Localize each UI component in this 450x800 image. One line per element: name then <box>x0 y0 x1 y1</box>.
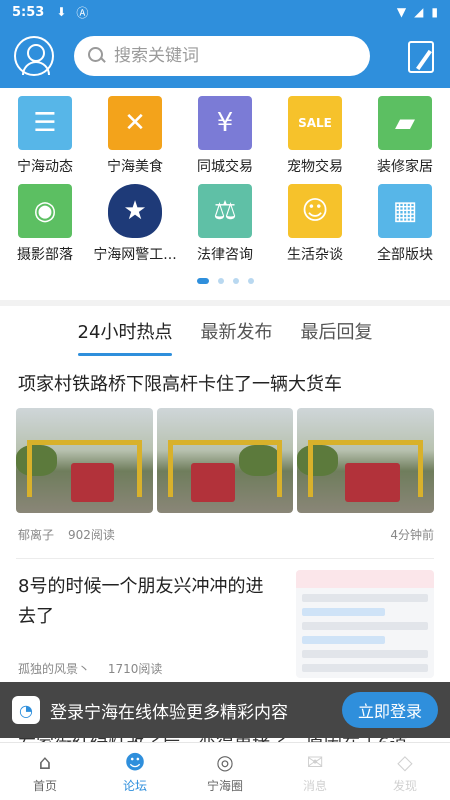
category-item[interactable]: SALE 宠物交易 <box>270 96 360 176</box>
post-reads: 902阅读 <box>68 528 115 542</box>
a-icon: Ⓐ <box>76 5 89 20</box>
category-item[interactable]: ▦ 全部版块 <box>360 184 450 264</box>
forum-icon: ☻ <box>124 750 146 774</box>
nav-label: 消息 <box>302 779 327 793</box>
nav-label: 发现 <box>392 779 417 793</box>
page-dot <box>247 278 254 284</box>
post-meta: 孤独的风景丶 1710阅读 <box>18 660 176 677</box>
post-time: 4分钟前 <box>390 528 434 542</box>
post-images[interactable] <box>16 408 435 513</box>
category-item[interactable]: ✕ 宁海美食 <box>90 96 180 176</box>
category-label: 全部版块 <box>377 247 433 263</box>
nav-home[interactable]: ⌂ 首页 <box>0 743 90 800</box>
page-dot <box>232 278 239 284</box>
people-icon: ☺ <box>288 184 342 238</box>
post-author: 孤独的风景丶 <box>18 662 91 676</box>
search-input[interactable] <box>114 46 344 66</box>
camera-icon: ◉ <box>18 184 72 238</box>
category-item[interactable]: ☰ 宁海动态 <box>0 96 90 176</box>
signal-icon: ◢ <box>414 5 424 19</box>
category-item[interactable]: ⚖ 法律咨询 <box>180 184 270 264</box>
paint-roller-icon: ▰ <box>378 96 432 150</box>
app-logo-icon: ◔ <box>12 696 40 724</box>
category-label: 生活杂谈 <box>287 247 343 263</box>
post-image[interactable] <box>156 408 294 513</box>
police-badge-icon: ★ <box>108 184 162 238</box>
login-button[interactable]: 立即登录 <box>341 692 438 728</box>
category-item[interactable]: ☺ 生活杂谈 <box>270 184 360 264</box>
post-meta: 郁离子 902阅读 4分钟前 <box>18 526 434 543</box>
category-label: 宁海美食 <box>107 159 163 175</box>
category-label: 宁海网警工... <box>93 247 177 263</box>
feed-tabs: 24小时热点 最新发布 最后回复 <box>0 306 450 356</box>
status-time: 5:53 <box>12 4 45 20</box>
bottom-nav: ⌂ 首页 ☻ 论坛 ◎ 宁海圈 ✉ 消息 ◇ 发现 <box>0 742 450 800</box>
category-grid: ☰ 宁海动态 ✕ 宁海美食 ¥ 同城交易 SALE 宠物交易 ▰ 装修家居 ◉ … <box>0 88 450 300</box>
category-item[interactable]: ▰ 装修家居 <box>360 96 450 176</box>
category-label: 装修家居 <box>377 159 433 175</box>
category-label: 宁海动态 <box>17 159 73 175</box>
post-reads: 1710阅读 <box>107 662 163 676</box>
login-banner: ◔ 登录宁海在线体验更多精彩内容 立即登录 <box>0 682 450 738</box>
compose-icon[interactable] <box>406 39 436 73</box>
nav-circle[interactable]: ◎ 宁海圈 <box>180 743 270 800</box>
wifi-icon: ▼ <box>396 5 407 19</box>
divider <box>16 558 434 559</box>
post-title[interactable]: 项家村铁路桥下限高杆卡住了一辆大货车 <box>18 370 438 396</box>
post-image[interactable] <box>297 408 435 513</box>
status-bar: 5:53 ⬇ Ⓐ ▼ ◢ ▮ <box>0 0 450 24</box>
category-label: 同城交易 <box>197 159 253 175</box>
search-bar[interactable] <box>74 36 370 76</box>
home-icon: ⌂ <box>38 750 52 774</box>
sale-tag-icon: SALE <box>288 96 342 150</box>
category-label: 法律咨询 <box>197 247 253 263</box>
category-item[interactable]: ★ 宁海网警工... <box>90 184 180 264</box>
post-author: 郁离子 <box>18 528 55 542</box>
tab-last-reply[interactable]: 最后回复 <box>300 312 372 350</box>
category-label: 宠物交易 <box>287 159 343 175</box>
category-item[interactable]: ◉ 摄影部落 <box>0 184 90 264</box>
yen-icon: ¥ <box>198 96 252 150</box>
discover-icon: ◇ <box>397 750 413 774</box>
post-image[interactable] <box>16 408 153 513</box>
page-indicator <box>0 278 450 284</box>
tab-latest[interactable]: 最新发布 <box>200 312 272 350</box>
nav-forum[interactable]: ☻ 论坛 <box>90 743 180 800</box>
page-dot <box>217 278 224 284</box>
grid-icon: ▦ <box>378 184 432 238</box>
nav-label: 宁海圈 <box>206 779 243 793</box>
nav-label: 首页 <box>32 779 57 793</box>
login-prompt: 登录宁海在线体验更多精彩内容 <box>50 702 288 723</box>
nav-message[interactable]: ✉ 消息 <box>270 743 360 800</box>
nav-label: 论坛 <box>122 779 147 793</box>
post-title[interactable]: 8号的时候一个朋友兴冲冲的进去了 <box>18 572 280 632</box>
header <box>0 24 450 88</box>
message-icon: ✉ <box>306 750 324 774</box>
tab-24h-hot[interactable]: 24小时热点 <box>77 312 172 356</box>
avatar-icon[interactable] <box>14 36 54 76</box>
category-label: 摄影部落 <box>17 247 73 263</box>
search-icon <box>88 47 106 65</box>
category-item[interactable]: ¥ 同城交易 <box>180 96 270 176</box>
post-thumbnail[interactable] <box>296 570 434 678</box>
page-dot <box>196 278 209 284</box>
circle-icon: ◎ <box>216 750 234 774</box>
battery-icon: ▮ <box>431 5 438 19</box>
utensils-icon: ✕ <box>108 96 162 150</box>
download-icon: ⬇ <box>56 5 67 19</box>
news-icon: ☰ <box>18 96 72 150</box>
nav-discover[interactable]: ◇ 发现 <box>360 743 450 800</box>
scales-icon: ⚖ <box>198 184 252 238</box>
